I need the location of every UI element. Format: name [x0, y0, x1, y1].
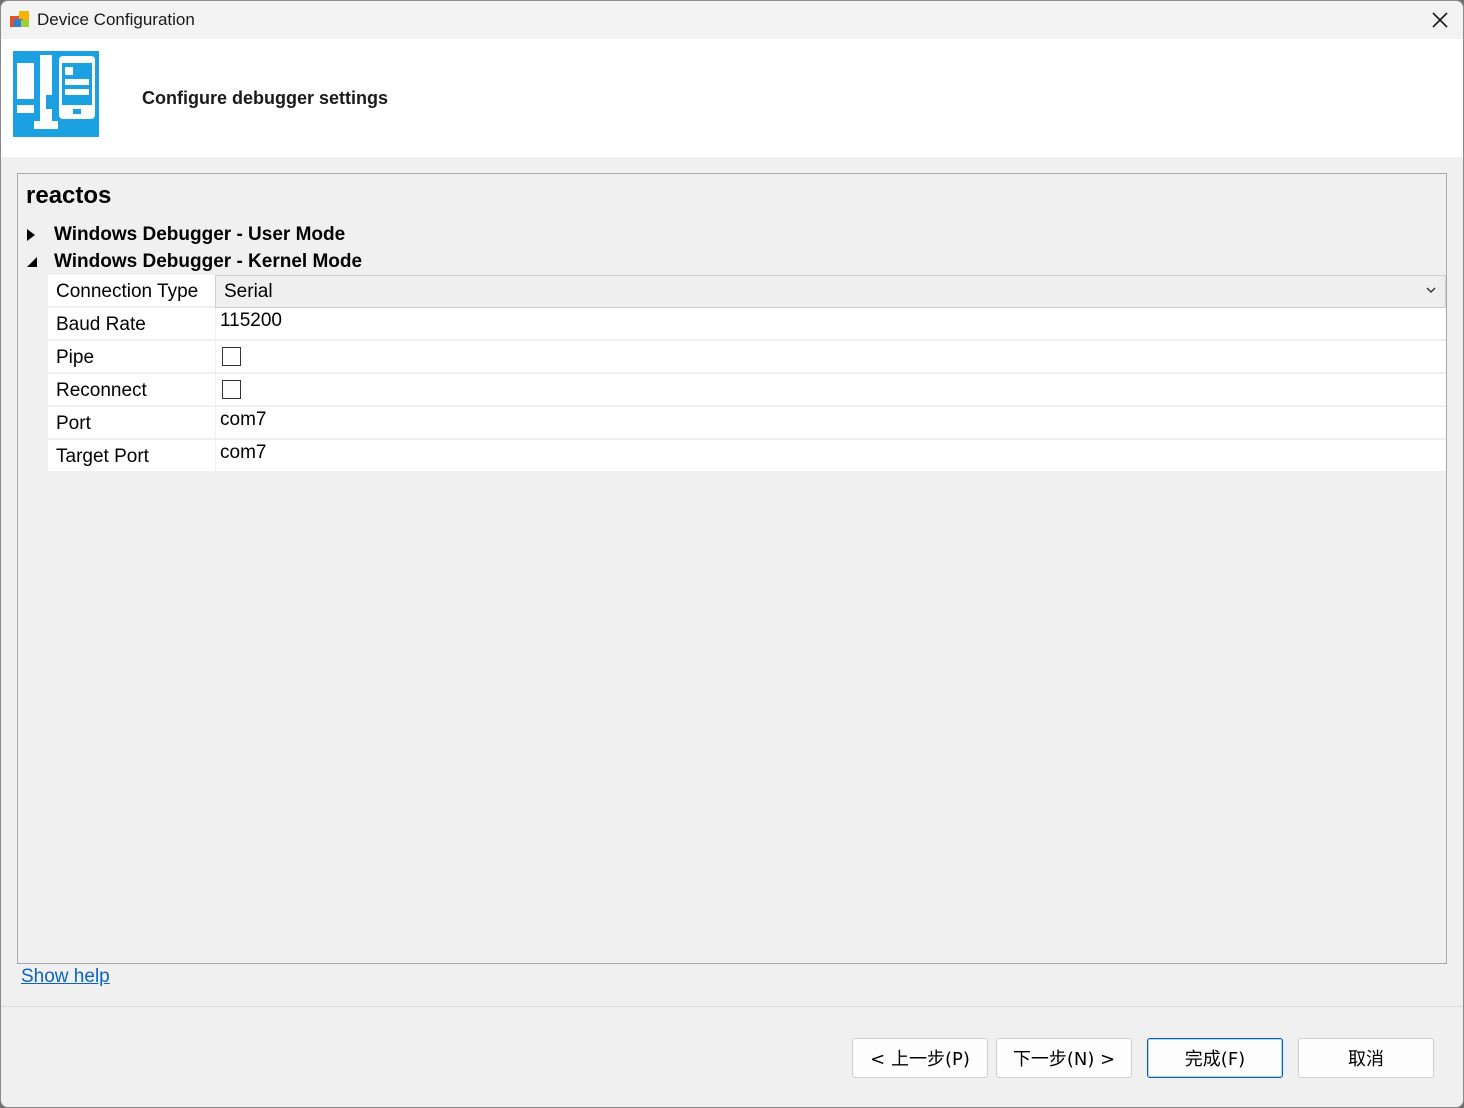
- group-label: Windows Debugger - User Mode: [54, 224, 346, 245]
- chevron-down-icon: [1426, 287, 1436, 293]
- page-title: Configure debugger settings: [142, 88, 389, 108]
- property-name: Target Port: [48, 440, 215, 472]
- title-bar: Device Configuration: [1, 1, 1463, 39]
- connection-type-dropdown[interactable]: Serial: [215, 275, 1446, 308]
- property-row-reconnect: Reconnect: [48, 374, 1446, 407]
- group-user-mode[interactable]: Windows Debugger - User Mode: [26, 222, 345, 248]
- dropdown-value: Serial: [224, 280, 273, 302]
- window-title: Device Configuration: [37, 10, 195, 29]
- pipe-value-cell: [215, 341, 1446, 373]
- finish-button[interactable]: 完成(F): [1147, 1038, 1283, 1078]
- close-button[interactable]: [1417, 1, 1463, 39]
- property-row-connection-type: Connection Type Serial: [48, 275, 1446, 308]
- property-grid: Connection Type Serial Baud Rate 115200 …: [48, 275, 1446, 473]
- show-help-link[interactable]: Show help: [21, 966, 110, 988]
- reconnect-value-cell: [215, 374, 1446, 406]
- baud-rate-field[interactable]: 115200: [215, 308, 1446, 340]
- property-name: Connection Type: [48, 275, 215, 307]
- port-field[interactable]: com7: [215, 407, 1446, 439]
- group-label: Windows Debugger - Kernel Mode: [54, 251, 363, 272]
- wizard-header: Configure debugger settings: [1, 39, 1463, 157]
- property-row-target-port: Target Port com7: [48, 440, 1446, 473]
- reconnect-checkbox[interactable]: [222, 380, 241, 399]
- property-row-port: Port com7: [48, 407, 1446, 440]
- triangle-right-icon[interactable]: [26, 229, 54, 241]
- close-icon: [1432, 12, 1448, 28]
- group-kernel-mode[interactable]: Windows Debugger - Kernel Mode: [26, 249, 362, 275]
- footer-divider: [1, 1006, 1463, 1007]
- device-configuration-logo: [13, 51, 99, 137]
- cancel-button[interactable]: 取消: [1298, 1038, 1434, 1078]
- target-port-field[interactable]: com7: [215, 440, 1446, 472]
- property-row-baud-rate: Baud Rate 115200: [48, 308, 1446, 341]
- pipe-checkbox[interactable]: [222, 347, 241, 366]
- property-row-pipe: Pipe: [48, 341, 1446, 374]
- property-name: Port: [48, 407, 215, 439]
- app-icon: [10, 11, 29, 27]
- triangle-down-icon[interactable]: [26, 256, 54, 268]
- settings-panel: reactos Windows Debugger - User Mode Win…: [17, 173, 1447, 964]
- property-name: Baud Rate: [48, 308, 215, 340]
- device-configuration-window: Device Configuration Configure debugger …: [0, 0, 1464, 1108]
- next-button[interactable]: 下一步(N) >: [996, 1038, 1132, 1078]
- back-button[interactable]: < 上一步(P): [852, 1038, 988, 1078]
- property-name: Reconnect: [48, 374, 215, 406]
- property-name: Pipe: [48, 341, 215, 373]
- device-name-heading: reactos: [26, 182, 112, 209]
